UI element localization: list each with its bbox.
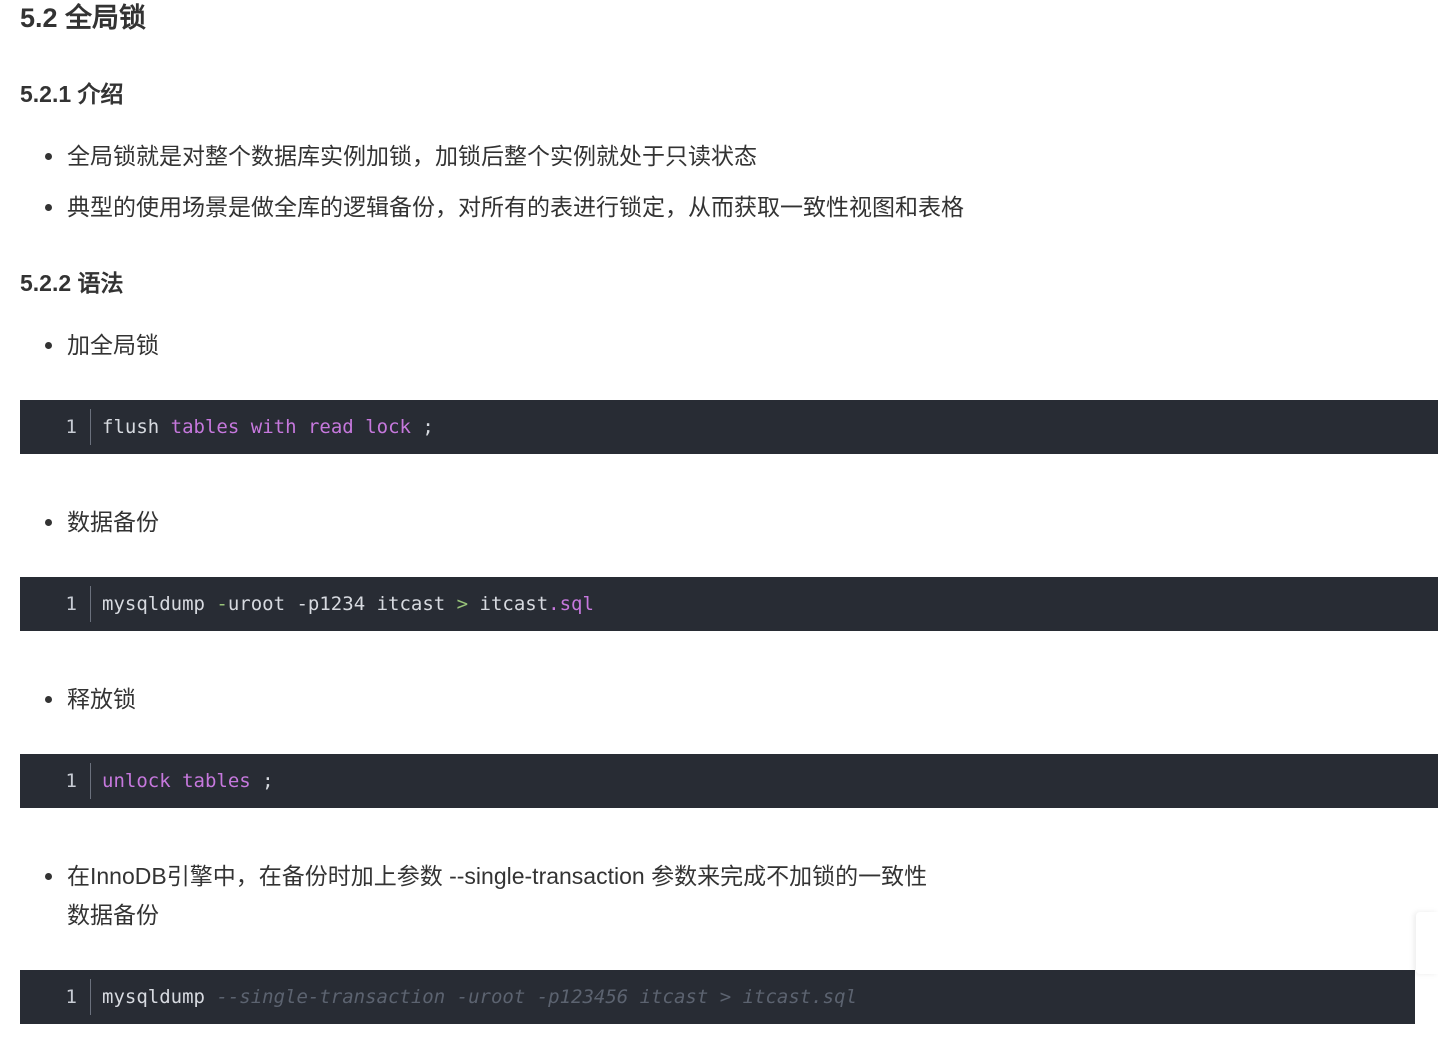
code-token: mysqldump <box>102 986 205 1008</box>
code-token: itcast <box>468 593 549 615</box>
syntax-bullet-label: 在InnoDB引擎中，在备份时加上参数 --single-transaction… <box>67 863 928 928</box>
code-block-flush: 1 flush tables with read lock ; <box>20 400 1438 454</box>
intro-bullet-text: 全局锁就是对整个数据库实例加锁，加锁后整个实例就处于只读状态 <box>67 143 757 169</box>
code-keyword: tables <box>182 770 251 792</box>
code-keyword: read <box>307 416 354 438</box>
syntax-bullet-label: 释放锁 <box>67 686 136 712</box>
syntax-bullet-label: 数据备份 <box>67 509 159 535</box>
subheading-intro: 5.2.1 介绍 <box>20 81 124 107</box>
intro-bullet-1: 全局锁就是对整个数据库实例加锁，加锁后整个实例就处于只读状态 <box>45 137 757 175</box>
code-operator: - <box>216 593 228 615</box>
line-number: 1 <box>20 979 91 1015</box>
code-token: ; <box>250 770 274 792</box>
line-number: 1 <box>20 586 91 622</box>
code-comment: --single-transaction -uroot -p123456 itc… <box>216 986 857 1008</box>
code-token: ; <box>410 416 434 438</box>
code-line[interactable]: unlock tables ; <box>91 770 274 792</box>
bullet-dot <box>45 873 52 880</box>
bullet-dot <box>45 153 52 160</box>
section-heading-global-lock: 5.2 全局锁 <box>20 3 147 33</box>
code-block-mysqldump: 1 mysqldump -uroot -p1234 itcast > itcas… <box>20 577 1438 631</box>
syntax-bullet-backup: 数据备份 <box>45 503 159 541</box>
code-keyword: lock <box>365 416 411 438</box>
code-token: mysqldump <box>102 593 205 615</box>
code-line[interactable]: mysqldump -uroot -p1234 itcast > itcast.… <box>91 593 594 615</box>
bullet-dot <box>45 696 52 703</box>
code-block-unlock: 1 unlock tables ; <box>20 754 1438 808</box>
code-operator: > <box>456 593 469 615</box>
syntax-bullet-unlock: 释放锁 <box>45 680 136 718</box>
bullet-dot <box>45 204 52 211</box>
side-float-tab[interactable] <box>1416 912 1438 974</box>
syntax-bullet-lock: 加全局锁 <box>45 326 159 364</box>
code-keyword: .sql <box>548 593 594 615</box>
intro-bullet-text: 典型的使用场景是做全库的逻辑备份，对所有的表进行锁定，从而获取一致性视图和表格 <box>67 194 964 220</box>
syntax-bullet-label: 加全局锁 <box>67 332 159 358</box>
code-token: flush <box>102 416 160 438</box>
subheading-syntax: 5.2.2 语法 <box>20 270 124 296</box>
code-token: uroot -p1234 itcast <box>227 593 457 615</box>
code-keyword: unlock <box>102 770 171 792</box>
code-keyword: with <box>250 416 297 438</box>
line-number: 1 <box>20 763 91 799</box>
syntax-bullet-innodb: 在InnoDB引擎中，在备份时加上参数 --single-transaction… <box>45 857 947 935</box>
code-keyword: tables <box>170 416 240 438</box>
line-number: 1 <box>20 409 91 445</box>
bullet-dot <box>45 519 52 526</box>
code-line[interactable]: flush tables with read lock ; <box>91 416 434 438</box>
bullet-dot <box>45 342 52 349</box>
code-line[interactable]: mysqldump --single-transaction -uroot -p… <box>91 986 857 1008</box>
intro-bullet-2: 典型的使用场景是做全库的逻辑备份，对所有的表进行锁定，从而获取一致性视图和表格 <box>45 188 964 226</box>
code-block-single-transaction: 1 mysqldump --single-transaction -uroot … <box>20 970 1415 1024</box>
